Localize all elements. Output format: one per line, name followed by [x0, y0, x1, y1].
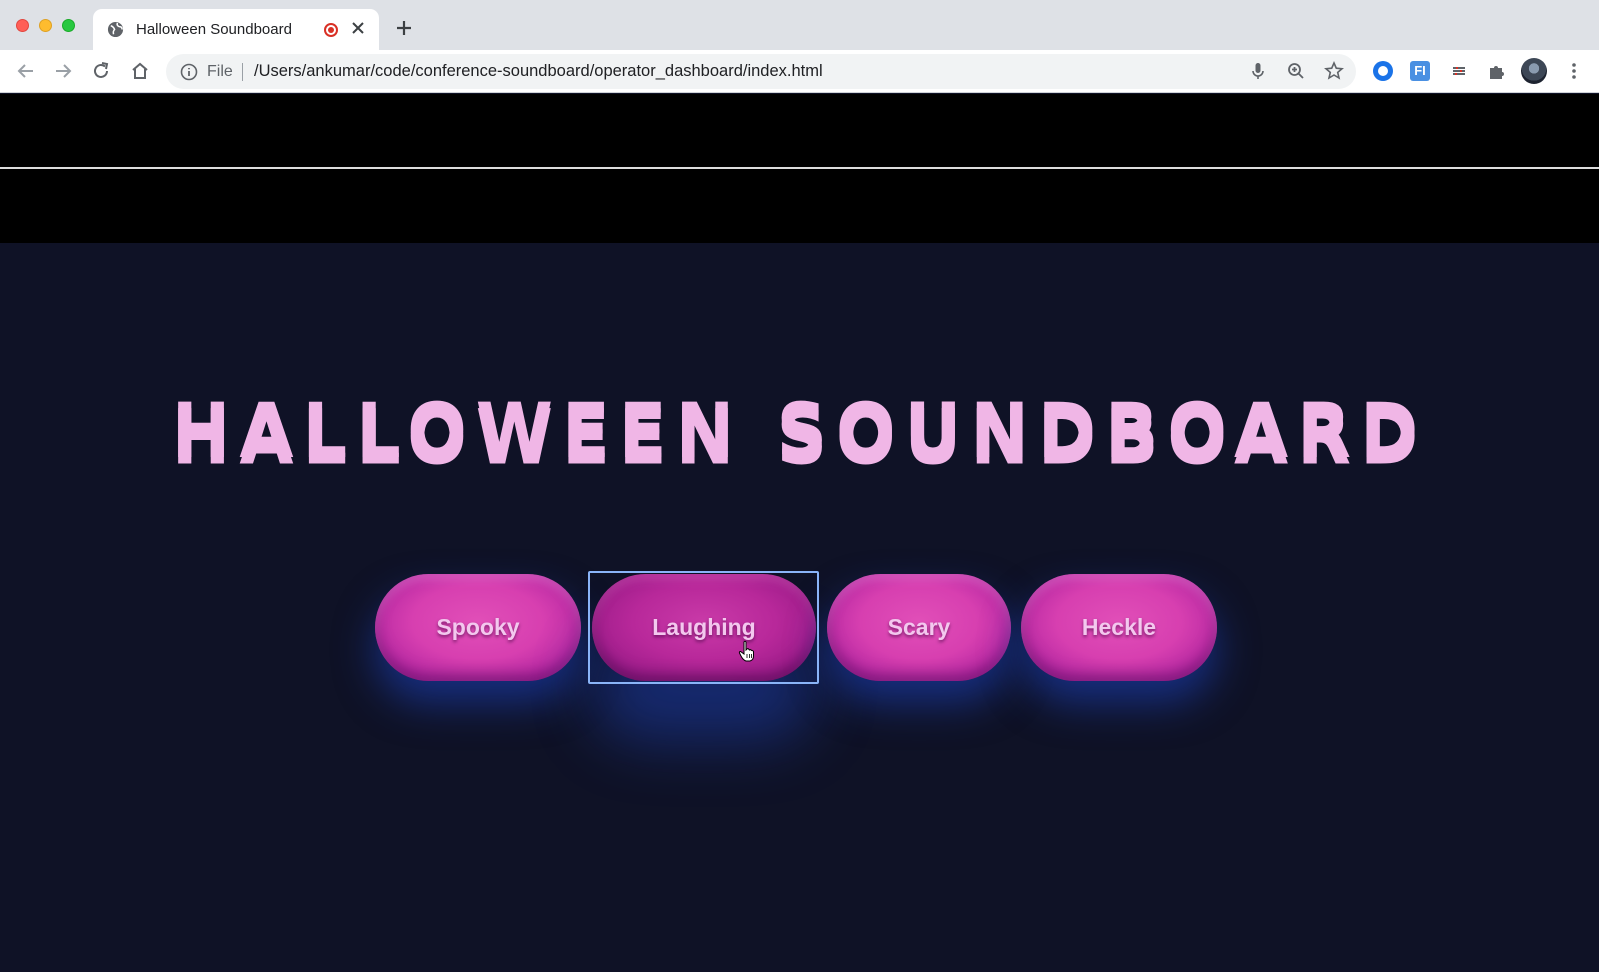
close-window-button[interactable]	[16, 19, 29, 32]
tab-strip: Halloween Soundboard	[0, 0, 1599, 50]
reload-icon[interactable]	[90, 60, 112, 82]
back-arrow-icon[interactable]	[15, 60, 37, 82]
bookmark-star-icon[interactable]	[1323, 60, 1345, 82]
address-url[interactable]: /Users/ankumar/code/conference-soundboar…	[254, 62, 823, 81]
new-tab-icon[interactable]	[394, 18, 414, 38]
recording-indicator-icon	[324, 23, 338, 37]
header-divider	[0, 167, 1599, 169]
address-bar[interactable]: File /Users/ankumar/code/conference-soun…	[166, 54, 1356, 89]
laughing-button[interactable]: Laughing	[592, 574, 816, 681]
tab-halloween-soundboard[interactable]: Halloween Soundboard	[93, 9, 379, 50]
extension-circle-icon[interactable]	[1373, 61, 1393, 81]
close-tab-icon[interactable]	[348, 18, 368, 38]
scary-button[interactable]: Scary	[827, 574, 1011, 681]
info-icon[interactable]	[180, 63, 198, 81]
globe-icon	[107, 21, 124, 38]
kebab-menu-icon[interactable]	[1563, 60, 1585, 82]
heckle-button[interactable]: Heckle	[1021, 574, 1217, 681]
extensions-puzzle-icon[interactable]	[1486, 60, 1508, 82]
home-icon[interactable]	[129, 60, 151, 82]
zoom-icon[interactable]	[1285, 60, 1307, 82]
header-band	[0, 94, 1599, 243]
microphone-icon[interactable]	[1247, 60, 1269, 82]
address-scheme-label: File	[207, 63, 233, 80]
spooky-button[interactable]: Spooky	[375, 574, 581, 681]
extension-fi-icon[interactable]: FI	[1410, 61, 1430, 81]
tab-title: Halloween Soundboard	[136, 21, 292, 38]
minimize-window-button[interactable]	[39, 19, 52, 32]
page-title: HALLOWEEN SOUNDBOARD	[171, 386, 1428, 476]
page-content: HALLOWEEN SOUNDBOARD Spooky Laughing Sca…	[0, 94, 1599, 972]
address-separator	[242, 63, 243, 81]
profile-avatar[interactable]	[1521, 58, 1547, 84]
extension-bars-icon[interactable]	[1448, 60, 1470, 82]
browser-toolbar: File /Users/ankumar/code/conference-soun…	[0, 50, 1599, 93]
forward-arrow-icon[interactable]	[52, 60, 74, 82]
maximize-window-button[interactable]	[62, 19, 75, 32]
